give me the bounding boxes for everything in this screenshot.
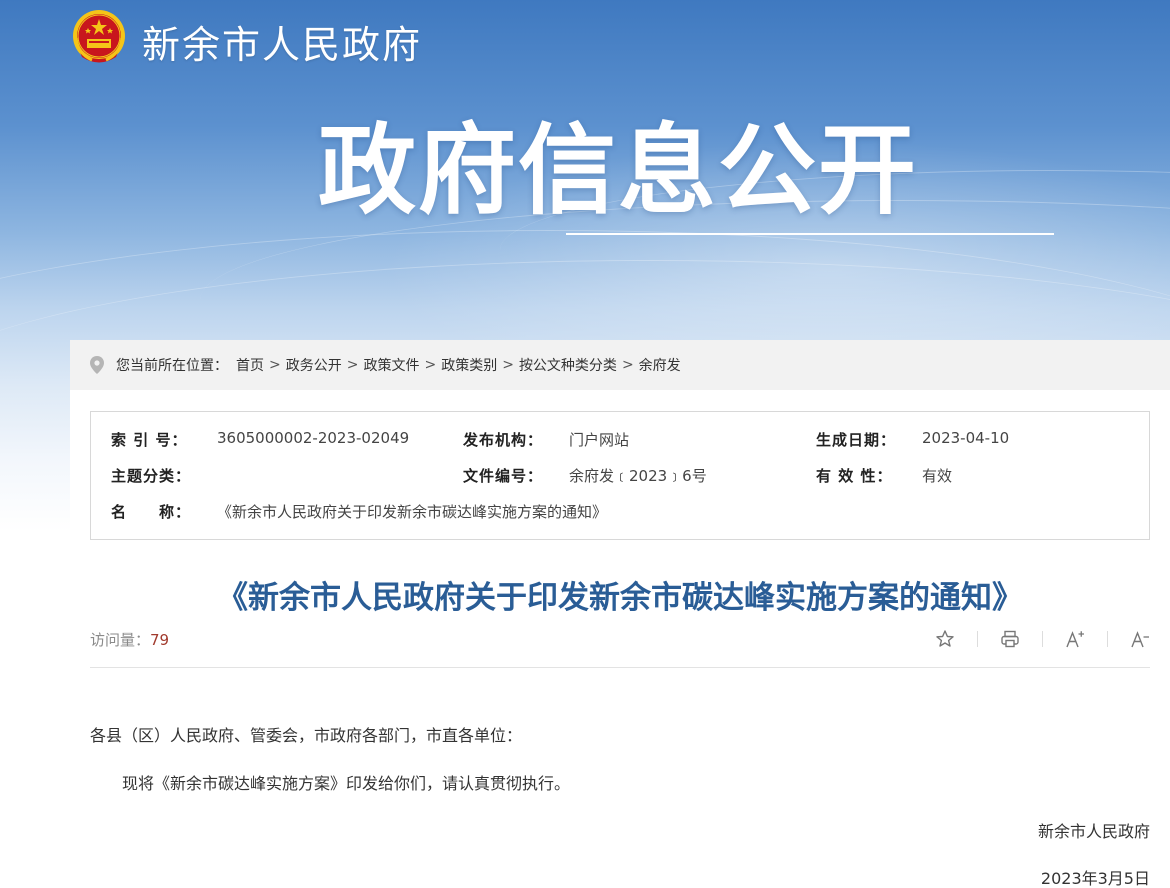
index-label: 索 引 号： bbox=[111, 431, 188, 449]
date-label: 生成日期： bbox=[816, 431, 897, 449]
publisher-label: 发布机构： bbox=[463, 431, 544, 449]
name-label: 名 称： bbox=[111, 503, 192, 521]
site-title[interactable]: 新余市人民政府 bbox=[142, 14, 422, 69]
breadcrumb-separator: > bbox=[269, 357, 281, 373]
publisher-value: 门户网站 bbox=[569, 431, 630, 449]
breadcrumb-separator: > bbox=[621, 357, 634, 373]
signature: 新余市人民政府 bbox=[1037, 822, 1150, 841]
national-emblem-icon bbox=[73, 10, 125, 63]
visits-label: 访问量： bbox=[90, 631, 151, 649]
info-row: 索 引 号： 3605000002-2023-02049 发布机构： 门户网站 … bbox=[91, 429, 1149, 453]
breadcrumb-item-yufufa[interactable]: 余府发 bbox=[639, 355, 681, 375]
date-value: 2023-04-10 bbox=[922, 429, 1010, 447]
breadcrumb: 您当前所在位置： 首页 > 政务公开 > 政策文件 > 政策类别 > 按公文种类… bbox=[70, 340, 1170, 390]
validity-value: 有效 bbox=[922, 467, 953, 485]
font-decrease-icon[interactable] bbox=[1130, 629, 1150, 649]
document-info-table: 索 引 号： 3605000002-2023-02049 发布机构： 门户网站 … bbox=[90, 411, 1150, 540]
star-favorite-icon[interactable] bbox=[935, 629, 955, 649]
tool-divider bbox=[1042, 631, 1043, 647]
hero-title: 政府信息公开 bbox=[318, 114, 919, 228]
docno-label: 文件编号： bbox=[463, 467, 544, 485]
location-pin-icon bbox=[90, 356, 104, 374]
breadcrumb-separator: > bbox=[346, 357, 359, 373]
breadcrumb-item-by-doc-type[interactable]: 按公文种类分类 bbox=[519, 355, 617, 375]
article-tools bbox=[935, 629, 1150, 649]
docno-value: 余府发﹝2023﹞6号 bbox=[569, 467, 707, 485]
validity-label: 有 效 性： bbox=[816, 467, 893, 485]
info-row: 主题分类： 文件编号： 余府发﹝2023﹞6号 有 效 性： 有效 bbox=[91, 465, 1149, 489]
font-increase-icon[interactable] bbox=[1065, 629, 1085, 649]
sign-date: 2023年3月5日 bbox=[1040, 869, 1150, 888]
breadcrumb-item-policy-category[interactable]: 政策类别 bbox=[441, 355, 497, 375]
index-value: 3605000002-2023-02049 bbox=[217, 429, 410, 447]
visit-counter: 访问量：79 bbox=[90, 629, 169, 650]
breadcrumb-item-gov-affairs[interactable]: 政务公开 bbox=[286, 355, 342, 375]
breadcrumb-separator: > bbox=[424, 357, 437, 373]
topic-label: 主题分类： bbox=[111, 467, 192, 485]
body-paragraph: 现将《新余市碳达峰实施方案》印发给你们，请认真贯彻执行。 bbox=[122, 774, 571, 793]
hero-underline bbox=[566, 233, 1054, 235]
breadcrumb-item-home[interactable]: 首页 bbox=[236, 355, 264, 375]
printer-icon[interactable] bbox=[1000, 629, 1020, 649]
visits-count: 79 bbox=[150, 631, 170, 649]
name-value: 《新余市人民政府关于印发新余市碳达峰实施方案的通知》 bbox=[217, 503, 608, 521]
salutation: 各县（区）人民政府、管委会，市政府各部门，市直各单位： bbox=[90, 726, 523, 745]
content-card: 您当前所在位置： 首页 > 政务公开 > 政策文件 > 政策类别 > 按公文种类… bbox=[70, 340, 1170, 888]
document-title: 《新余市人民政府关于印发新余市碳达峰实施方案的通知》 bbox=[217, 580, 1023, 616]
title-divider bbox=[90, 667, 1150, 668]
breadcrumb-separator: > bbox=[502, 357, 514, 373]
tool-divider bbox=[1107, 631, 1108, 647]
info-row: 名 称： 《新余市人民政府关于印发新余市碳达峰实施方案的通知》 bbox=[91, 501, 1149, 525]
breadcrumb-item-policy-files[interactable]: 政策文件 bbox=[363, 355, 419, 375]
breadcrumb-prefix: 您当前所在位置： bbox=[116, 358, 228, 374]
tool-divider bbox=[977, 631, 978, 647]
